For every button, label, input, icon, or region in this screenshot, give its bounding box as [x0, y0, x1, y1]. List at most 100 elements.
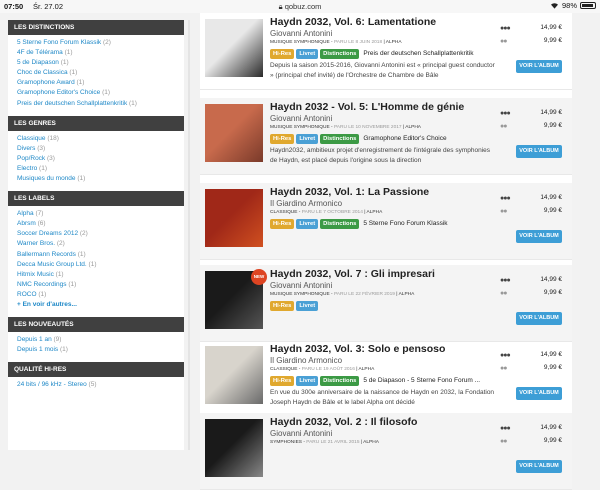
- price-row-hires: ●●● 14,99 €: [500, 193, 562, 206]
- price-hires: 14,99 €: [540, 351, 562, 358]
- album-cover[interactable]: [205, 346, 263, 404]
- album-artist[interactable]: Giovanni Antonini: [270, 29, 498, 38]
- album-artist[interactable]: Giovanni Antonini: [270, 114, 498, 123]
- sidebar-filter-item[interactable]: Electro (1): [17, 164, 184, 174]
- sidebar-filter-item[interactable]: + En voir d'autres...: [17, 300, 184, 310]
- album-label[interactable]: ALPHA: [359, 367, 375, 372]
- sidebar-filter-count: (1): [129, 99, 137, 107]
- album-title[interactable]: Haydn 2032, Vol. 7 : Gli impresari: [270, 268, 498, 280]
- album-cover[interactable]: [205, 419, 263, 477]
- album-date: PARU LE 10 NOVEMBRE 2017: [333, 125, 402, 130]
- sidebar-filter-item[interactable]: Hitmix Music (1): [17, 270, 184, 280]
- sidebar-filter-item[interactable]: Pop/Rock (3): [17, 154, 184, 164]
- album-title[interactable]: Haydn 2032 - Vol. 5: L'Homme de génie: [270, 101, 498, 113]
- album-label[interactable]: ALPHA: [386, 40, 402, 45]
- album-cover[interactable]: [205, 104, 263, 162]
- album-genre: CLASSIQUE: [270, 367, 298, 372]
- sidebar-section-list: 5 Sterne Fono Forum Klassik (2) 4F de Tél…: [8, 35, 184, 112]
- sidebar-filter-item[interactable]: Divers (3): [17, 144, 184, 154]
- album-label[interactable]: ALPHA: [363, 440, 379, 445]
- sidebar-filter-item[interactable]: Classique (18): [17, 134, 184, 144]
- sidebar-filter-item[interactable]: Musiques du monde (1): [17, 174, 184, 184]
- album-row[interactable]: Haydn 2032 - Vol. 5: L'Homme de génie Gio…: [200, 98, 572, 175]
- sidebar-filter-label: Choc de Classica: [17, 69, 68, 77]
- album-cover[interactable]: [205, 189, 263, 247]
- sidebar-filter-item[interactable]: Soccer Dreams 2012 (2): [17, 229, 184, 239]
- album-label[interactable]: ALPHA: [399, 292, 415, 297]
- distinctions-badge: Distinctions: [320, 48, 360, 59]
- album-title[interactable]: Haydn 2032, Vol. 6: Lamentatione: [270, 16, 498, 28]
- album-info: Haydn 2032, Vol. 3: Solo e pensoso Il Gia…: [270, 343, 498, 408]
- sidebar-filter-label: Divers: [17, 144, 36, 152]
- album-row[interactable]: Haydn 2032, Vol. 3: Solo e pensoso Il Gia…: [200, 340, 572, 417]
- sidebar-filter-label: Classique: [17, 134, 46, 142]
- sidebar-filter-label: Depuis 1 an: [17, 336, 52, 344]
- sidebar-filter-item[interactable]: Depuis 1 mois (1): [17, 345, 184, 355]
- battery-icon: [580, 2, 596, 9]
- sidebar-filter-item[interactable]: Gramophone Editor's Choice (1): [17, 88, 184, 98]
- price-row-cd: ●● 9,99 €: [500, 206, 562, 219]
- album-cover[interactable]: [205, 19, 263, 77]
- album-row[interactable]: NEW Haydn 2032, Vol. 7 : Gli impresari Gio…: [200, 265, 572, 342]
- sidebar-filter-item[interactable]: Alpha (7): [17, 209, 184, 219]
- status-bar: 07:50 Śr. 27.02 🔒︎ qobuz.com 98%: [0, 0, 600, 13]
- album-artist[interactable]: Giovanni Antonini: [270, 281, 498, 290]
- album-title[interactable]: Haydn 2032, Vol. 2 : Il filosofo: [270, 416, 498, 428]
- view-album-button[interactable]: VOIR L'ALBUM: [516, 460, 562, 473]
- album-date: PARU LE 21 AVRIL 2015: [306, 440, 360, 445]
- sidebar-filter-count: (1): [102, 89, 111, 97]
- sidebar-filter-label: Warner Bros.: [17, 240, 56, 248]
- album-artist[interactable]: Il Giardino Armonico: [270, 199, 498, 208]
- sidebar-filter-count: (3): [37, 144, 46, 152]
- sidebar-filter-count: (1): [77, 250, 86, 258]
- quality-dots-icon: ●●●: [500, 110, 511, 117]
- address-bar[interactable]: 🔒︎ qobuz.com: [0, 2, 600, 12]
- sidebar-filter-item[interactable]: Warner Bros. (2): [17, 239, 184, 249]
- view-album-button[interactable]: VOIR L'ALBUM: [516, 145, 562, 158]
- sidebar-filter-count: (1): [88, 260, 97, 268]
- filter-sidebar: LES DISTINCTIONS 5 Sterne Fono Forum Klas…: [8, 20, 184, 450]
- album-artist[interactable]: Giovanni Antonini: [270, 429, 498, 438]
- sidebar-filter-label: Ballermann Records: [17, 250, 76, 258]
- album-date: PARU LE 8 JUIN 2018: [333, 40, 383, 45]
- sidebar-filter-item[interactable]: Depuis 1 an (9): [17, 335, 184, 345]
- album-row[interactable]: Haydn 2032, Vol. 2 : Il filosofo Giovanni…: [200, 413, 572, 490]
- sidebar-filter-item[interactable]: 4F de Télérama (1): [17, 48, 184, 58]
- album-artist[interactable]: Il Giardino Armonico: [270, 356, 498, 365]
- quality-dots-icon: ●●●: [500, 25, 511, 32]
- album-title[interactable]: Haydn 2032, Vol. 1: La Passione: [270, 186, 498, 198]
- album-row[interactable]: Haydn 2032, Vol. 6: Lamentatione Giovanni…: [200, 13, 572, 90]
- album-cover[interactable]: NEW: [205, 269, 267, 329]
- view-album-button[interactable]: VOIR L'ALBUM: [516, 387, 562, 400]
- wifi-icon: [550, 3, 558, 9]
- price-row-hires: ●●● 14,99 €: [500, 350, 562, 363]
- sidebar-filter-item[interactable]: 24 bits / 96 kHz - Stereo (5): [17, 380, 184, 390]
- sidebar-filter-item[interactable]: Ballermann Records (1): [17, 250, 184, 260]
- sidebar-filter-label: Electro: [17, 164, 38, 172]
- livret-badge: Livret: [296, 300, 319, 311]
- sidebar-filter-item[interactable]: ROCO (1): [17, 290, 184, 300]
- sidebar-filter-item[interactable]: Choc de Classica (1): [17, 68, 184, 78]
- distinctions-badge: Distinctions: [320, 375, 360, 386]
- sidebar-filter-item[interactable]: Gramophone Award (1): [17, 78, 184, 88]
- sidebar-filter-item[interactable]: NMC Recordings (1): [17, 280, 184, 290]
- album-award: Preis der deutschen Schallplattenkritik: [363, 50, 474, 57]
- sidebar-filter-item[interactable]: Abrsm (6): [17, 219, 184, 229]
- album-title[interactable]: Haydn 2032, Vol. 3: Solo e pensoso: [270, 343, 498, 355]
- album-info: Haydn 2032, Vol. 2 : Il filosofo Giovanni…: [270, 416, 498, 445]
- quality-dots-icon: ●●●: [500, 425, 511, 432]
- album-row[interactable]: Haydn 2032, Vol. 1: La Passione Il Giardi…: [200, 183, 572, 260]
- view-album-button[interactable]: VOIR L'ALBUM: [516, 230, 562, 243]
- sidebar-filter-item[interactable]: Decca Music Group Ltd. (1): [17, 260, 184, 270]
- sidebar-filter-item[interactable]: 5 Sterne Fono Forum Klassik (2): [17, 38, 184, 48]
- sidebar-filter-item[interactable]: 5 de Diapason (1): [17, 58, 184, 68]
- album-label[interactable]: ALPHA: [405, 125, 421, 130]
- album-label[interactable]: ALPHA: [367, 210, 383, 215]
- album-award: Gramophone Editor's Choice: [363, 135, 447, 142]
- price-row-cd: ●● 9,99 €: [500, 121, 562, 134]
- sidebar-filter-count: (1): [77, 175, 86, 183]
- distinctions-badge: Distinctions: [320, 218, 360, 229]
- sidebar-filter-item[interactable]: Preis der deutschen Schallplattenkritik …: [17, 99, 184, 109]
- view-album-button[interactable]: VOIR L'ALBUM: [516, 312, 562, 325]
- view-album-button[interactable]: VOIR L'ALBUM: [516, 60, 562, 73]
